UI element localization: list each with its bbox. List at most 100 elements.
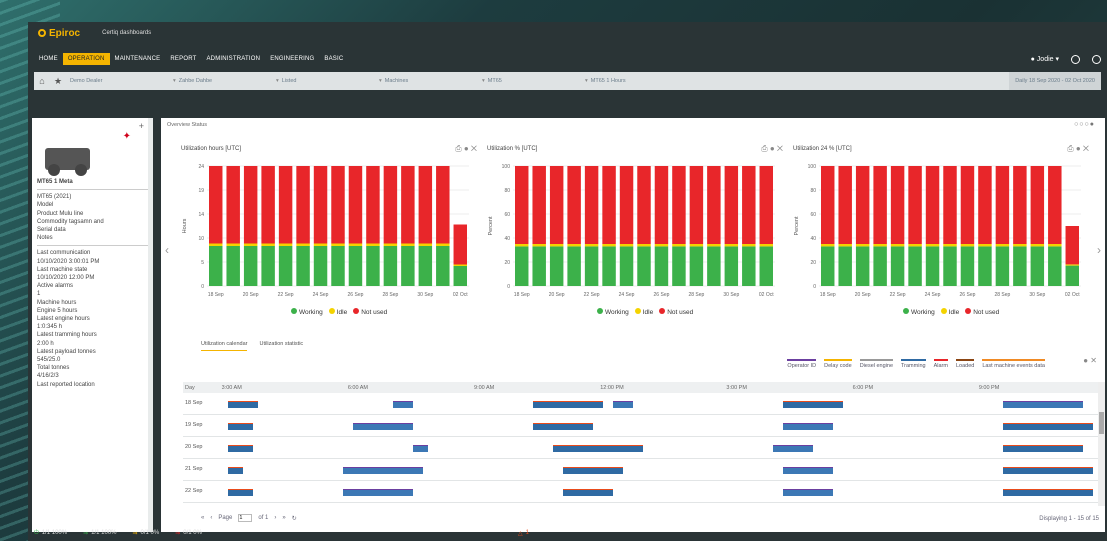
gantt-activity-bar[interactable] xyxy=(1003,445,1083,452)
gantt-activity-bar[interactable] xyxy=(1003,467,1093,474)
star-icon[interactable]: ★ xyxy=(50,76,66,87)
gantt-row[interactable]: 21 Sep xyxy=(183,459,1105,481)
bar-segment-idle xyxy=(1013,244,1027,247)
filter-machine[interactable]: ▾ MT65 1 Hours xyxy=(581,78,684,84)
gantt-activity-bar[interactable] xyxy=(228,401,258,408)
gantt-activity-bar[interactable] xyxy=(228,489,253,496)
gantt-activity-bar[interactable] xyxy=(228,467,243,474)
gantt-scrollbar[interactable] xyxy=(1098,382,1105,506)
machine-title: MT65 1 Meta xyxy=(37,179,73,185)
page-input[interactable] xyxy=(238,514,253,522)
prev-page-icon[interactable]: ‹ xyxy=(210,515,212,521)
chart-tools-icon[interactable]: ⎙ ● ✕ xyxy=(455,144,477,154)
gantt-row[interactable]: 22 Sep xyxy=(183,481,1105,503)
carousel-prev-icon[interactable]: ‹ xyxy=(165,243,169,257)
nav-basic[interactable]: BASIC xyxy=(319,53,348,65)
gantt-activity-bar[interactable] xyxy=(613,401,633,408)
carousel-next-icon[interactable]: › xyxy=(1097,243,1101,257)
legend-alarm[interactable]: Alarm xyxy=(933,359,948,369)
brand-name: Epiroc xyxy=(49,27,81,39)
filter-model[interactable]: ▾ MT65 xyxy=(478,78,581,84)
carousel-dots[interactable]: ○○○● xyxy=(1074,121,1095,128)
bar-segment-working xyxy=(366,246,380,286)
nav-home[interactable]: HOME xyxy=(34,53,63,65)
bar-segment-not-used xyxy=(453,224,467,265)
info-icon[interactable]: ● ✕ xyxy=(1083,356,1097,365)
gantt-activity-bar[interactable] xyxy=(228,423,253,430)
filter-machines[interactable]: ▾ Machines xyxy=(375,78,478,84)
gantt-activity-bar[interactable] xyxy=(533,423,593,430)
panel-scrollbar[interactable] xyxy=(148,118,153,532)
refresh-icon[interactable]: ↻ xyxy=(292,515,297,522)
gantt-activity-bar[interactable] xyxy=(563,467,623,474)
add-icon[interactable]: + xyxy=(139,121,144,131)
legend-operator-id[interactable]: Operator ID xyxy=(787,359,817,369)
gantt-activity-bar[interactable] xyxy=(228,445,253,452)
gantt-activity-bar[interactable] xyxy=(563,489,613,496)
legend-delay-code[interactable]: Delay code xyxy=(824,359,852,369)
bar-segment-idle xyxy=(724,244,739,247)
nav-maintenance[interactable]: MAINTENANCE xyxy=(110,53,166,65)
bar-segment-idle xyxy=(296,243,310,246)
next-page-icon[interactable]: › xyxy=(274,515,276,521)
bar-segment-working xyxy=(567,246,581,286)
nav-engineering[interactable]: ENGINEERING xyxy=(265,53,319,65)
legend-tramming[interactable]: Tramming xyxy=(901,359,926,369)
bar-segment-idle xyxy=(209,243,223,246)
nav-administration[interactable]: ADMINISTRATION xyxy=(201,53,265,65)
filter-customer[interactable]: ▾ Zahbe Dahbe xyxy=(169,78,272,84)
y-tick-label: 40 xyxy=(810,236,816,242)
gantt-activity-bar[interactable] xyxy=(1003,401,1083,408)
gantt-activity-bar[interactable] xyxy=(783,401,843,408)
gantt-activity-bar[interactable] xyxy=(1003,489,1093,496)
location-pin-icon[interactable]: ✦ xyxy=(123,131,131,142)
gantt-activity-bar[interactable] xyxy=(393,401,413,408)
last-page-icon[interactable]: » xyxy=(282,515,285,521)
bar-segment-idle xyxy=(654,244,669,247)
search-icon[interactable] xyxy=(1071,54,1080,64)
nav-operation[interactable]: OPERATION xyxy=(62,53,110,65)
tab-utilization-statistic[interactable]: Utilization statistic xyxy=(259,341,303,351)
y-axis-label: Percent xyxy=(488,216,494,235)
chevron-down-icon: ▾ xyxy=(379,78,382,84)
bar-segment-not-used xyxy=(418,166,433,244)
gantt-activity-bar[interactable] xyxy=(783,423,833,430)
legend-not-used: Not used xyxy=(353,308,387,316)
gantt-activity-bar[interactable] xyxy=(783,467,833,474)
gantt-activity-bar[interactable] xyxy=(343,467,423,474)
y-tick-label: 10 xyxy=(198,236,204,242)
help-icon[interactable] xyxy=(1092,54,1101,64)
bar-segment-idle xyxy=(401,243,415,246)
gantt-row[interactable]: 19 Sep xyxy=(183,415,1105,437)
filter-dealer[interactable]: Demo Dealer xyxy=(66,78,169,84)
chart-tools-icon[interactable]: ⎙ ● ✕ xyxy=(1067,144,1089,154)
first-page-icon[interactable]: « xyxy=(201,515,204,521)
nav-report[interactable]: REPORT xyxy=(165,53,201,65)
alarm-indicator[interactable]: △ 1 xyxy=(518,530,529,537)
gantt-activity-bar[interactable] xyxy=(553,445,643,452)
bar-segment-not-used xyxy=(637,166,651,244)
gantt-row[interactable]: 18 Sep xyxy=(183,393,1105,415)
legend-last-events[interactable]: Last machine events data xyxy=(982,359,1045,369)
gantt-activity-bar[interactable] xyxy=(783,489,833,496)
chart-tools-icon[interactable]: ⎙ ● ✕ xyxy=(761,144,783,154)
gantt-activity-bar[interactable] xyxy=(353,423,413,430)
home-icon[interactable]: ⌂ xyxy=(34,76,50,86)
tab-utilization-calendar[interactable]: Utilization calendar xyxy=(201,341,248,351)
legend-loaded[interactable]: Loaded xyxy=(955,359,975,369)
gantt-day-header[interactable]: Day xyxy=(183,385,222,391)
filter-site[interactable]: ▾ Listed xyxy=(272,78,375,84)
gantt-row[interactable]: 20 Sep xyxy=(183,437,1105,459)
machine-detail-line: Latest payload tonnes xyxy=(37,348,96,355)
filter-bar: ⌂ ★ Demo Dealer ▾ Zahbe Dahbe ▾ Listed ▾ Ma… xyxy=(34,72,1101,90)
gantt-activity-bar[interactable] xyxy=(343,489,413,496)
legend-diesel-engine[interactable]: Diesel engine xyxy=(859,359,894,369)
user-menu[interactable]: ● Jodie ▾ xyxy=(1031,55,1059,63)
gantt-activity-bar[interactable] xyxy=(533,401,603,408)
brand-logo[interactable]: Epiroc xyxy=(38,28,80,39)
bar-segment-working xyxy=(821,246,835,286)
gantt-activity-bar[interactable] xyxy=(413,445,428,452)
gantt-activity-bar[interactable] xyxy=(773,445,813,452)
date-range-picker[interactable]: Daily 18 Sep 2020 - 02 Oct 2020 xyxy=(1009,72,1101,90)
gantt-activity-bar[interactable] xyxy=(1003,423,1093,430)
